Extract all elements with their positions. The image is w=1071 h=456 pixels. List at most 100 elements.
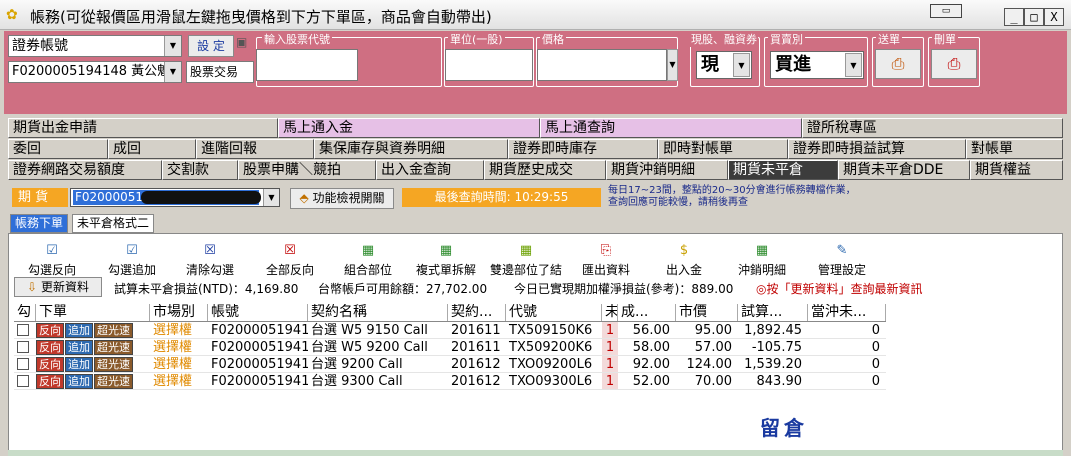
buysell-select[interactable]: 買進 ▼ [770, 51, 864, 79]
turbo-button[interactable]: 超光速 [94, 323, 133, 338]
trade-type-select[interactable]: 股票交易 [186, 61, 254, 83]
account-select[interactable]: F0200005194148 黃公魁 ▼ [8, 61, 182, 83]
add-button[interactable]: 追加 [65, 357, 93, 372]
tab-futures-withdraw[interactable]: 期貨出金申請 [8, 118, 278, 138]
chevron-down-icon[interactable]: ▼ [845, 53, 862, 77]
tool-combine-position[interactable]: ▦ 組合部位 [328, 243, 408, 278]
settings-icon[interactable]: ▣ [236, 35, 252, 51]
tool-label: 複式單拆解 [415, 263, 476, 277]
cell-pnl: 1,892.45 [744, 323, 802, 338]
tab-futures-equity[interactable]: 期貨權益 [970, 160, 1063, 180]
col-code[interactable]: 代號 [506, 304, 602, 321]
reverse-button[interactable]: 反向 [36, 323, 64, 338]
turbo-button[interactable]: 超光速 [94, 374, 133, 389]
combine-icon: ▦ [361, 243, 375, 258]
tool-close-both-sides[interactable]: ▦ 雙邊部位了結 [486, 243, 566, 278]
col-cost[interactable]: 成... [618, 304, 676, 321]
col-order[interactable]: 下單 [36, 304, 150, 321]
tab-futures-open-dde[interactable]: 期貨未平倉DDE [838, 160, 970, 180]
col-contract[interactable]: 契約名稱 [308, 304, 448, 321]
close-button[interactable]: X [1044, 8, 1064, 26]
reverse-all-icon: ☒ [284, 243, 296, 258]
row-checkbox[interactable] [17, 324, 29, 336]
col-pnl[interactable]: 試算... [738, 304, 808, 321]
restore-layout-button[interactable]: ▭ [930, 4, 962, 18]
stock-margin-select[interactable]: 現 ▼ [696, 51, 752, 79]
add-button[interactable]: 追加 [65, 340, 93, 355]
tab-stock-trade-limit[interactable]: 證券網路交易額度 [8, 160, 162, 180]
cancel-order-icon: ⎙ [947, 54, 961, 73]
table-row[interactable]: 反向追加超光速選擇權F0200005194148台選 W5 9150 Call2… [14, 322, 886, 339]
col-month[interactable]: 契約... [448, 304, 506, 321]
tool-select-reverse[interactable]: ☑ 勾選反向 [12, 243, 92, 278]
price-input[interactable] [537, 49, 667, 81]
tab-stock-realtime-inventory[interactable]: 證券即時庫存 [508, 139, 658, 159]
turbo-button[interactable]: 超光速 [94, 357, 133, 372]
tab-futures-history[interactable]: 期貨歷史成交 [484, 160, 606, 180]
tool-clear-select[interactable]: ☒ 清除勾選 [170, 243, 250, 278]
tab-settlement[interactable]: 交割款 [162, 160, 238, 180]
cancel-order-button[interactable]: ⎙ [931, 49, 977, 79]
tab-futures-offset[interactable]: 期貨沖銷明細 [606, 160, 728, 180]
tool-reverse-all[interactable]: ☒ 全部反向 [250, 243, 330, 278]
tool-deposit-withdraw[interactable]: $ 出入金 [644, 243, 724, 278]
tool-split-complex[interactable]: ▦ 複式單拆解 [406, 243, 486, 278]
tab-realtime-statement[interactable]: 即時對帳單 [658, 139, 788, 159]
cell-daytrade: 0 [871, 357, 880, 372]
set-button[interactable]: 設 定 [188, 35, 234, 57]
subtab-account-order[interactable]: 帳務下單 [10, 214, 69, 233]
col-open-qty[interactable]: 未 [602, 304, 618, 321]
reverse-button[interactable]: 反向 [36, 374, 64, 389]
price-scroll-icon[interactable]: ▼ [667, 49, 678, 81]
tab-order-report[interactable]: 委回 [8, 139, 108, 159]
chevron-down-icon[interactable]: ▼ [164, 62, 181, 82]
tab-advanced-report[interactable]: 進階回報 [196, 139, 314, 159]
tool-export-data[interactable]: ⎘ 匯出資料 [566, 243, 646, 278]
tab-stock-pnl-estimate[interactable]: 證券即時損益試算 [788, 139, 966, 159]
col-market[interactable]: 市場別 [150, 304, 208, 321]
tab-custody-inventory[interactable]: 集保庫存與資券明細 [314, 139, 508, 159]
col-check[interactable]: 勾 [14, 304, 36, 321]
add-button[interactable]: 追加 [65, 323, 93, 338]
table-row[interactable]: 反向追加超光速選擇權F0200005194148台選 9200 Call2016… [14, 356, 886, 373]
tool-manage-settings[interactable]: ✎ 管理設定 [802, 243, 882, 278]
table-row[interactable]: 反向追加超光速選擇權F0200005194148台選 9300 Call2016… [14, 373, 886, 390]
chevron-down-icon[interactable]: ▼ [164, 36, 181, 56]
tab-tax-zone[interactable]: 證所稅專區 [802, 118, 1063, 138]
col-daytrade[interactable]: 當沖未... [808, 304, 886, 321]
futures-account-select[interactable]: F02000051 ▼ [70, 188, 280, 207]
minimize-button[interactable]: _ [1004, 8, 1024, 26]
tab-fill-report[interactable]: 成回 [108, 139, 196, 159]
maximize-button[interactable]: □ [1024, 8, 1044, 26]
row-checkbox[interactable] [17, 341, 29, 353]
unit-input[interactable] [445, 49, 533, 81]
reverse-button[interactable]: 反向 [36, 340, 64, 355]
tab-statement[interactable]: 對帳單 [966, 139, 1063, 159]
tool-select-add[interactable]: ☑ 勾選追加 [92, 243, 172, 278]
row-checkbox[interactable] [17, 375, 29, 387]
stock-code-input[interactable] [256, 49, 358, 81]
chevron-down-icon[interactable]: ▼ [733, 53, 750, 77]
account-type-select[interactable]: 證券帳號 ▼ [8, 35, 182, 57]
row-checkbox[interactable] [17, 358, 29, 370]
redaction-mark [141, 191, 261, 204]
cell-check [14, 373, 36, 389]
tab-quick-deposit[interactable]: 馬上通入金 [278, 118, 540, 138]
tab-futures-open-position[interactable]: 期貨未平倉 [728, 160, 838, 180]
tab-funds-query[interactable]: 出入金查詢 [376, 160, 484, 180]
chevron-down-icon[interactable]: ▼ [263, 189, 279, 206]
col-account[interactable]: 帳號 [208, 304, 308, 321]
tool-offset-detail[interactable]: ▦ 沖銷明細 [722, 243, 802, 278]
tab-ipo-auction[interactable]: 股票申購＼競拍 [238, 160, 376, 180]
checkbox-clear-icon: ☒ [204, 243, 216, 258]
function-toggle-button[interactable]: ⬘ 功能檢視開關 [290, 188, 394, 209]
subtab-open-format-2[interactable]: 未平倉格式二 [72, 214, 155, 233]
table-row[interactable]: 反向追加超光速選擇權F0200005194148台選 W5 9200 Call2… [14, 339, 886, 356]
reverse-button[interactable]: 反向 [36, 357, 64, 372]
tab-quick-query[interactable]: 馬上通查詢 [540, 118, 802, 138]
turbo-button[interactable]: 超光速 [94, 340, 133, 355]
refresh-button[interactable]: ⇩ 更新資料 [14, 277, 102, 297]
send-order-button[interactable]: ⎙ [875, 49, 921, 79]
col-market-price[interactable]: 市價 [676, 304, 738, 321]
add-button[interactable]: 追加 [65, 374, 93, 389]
